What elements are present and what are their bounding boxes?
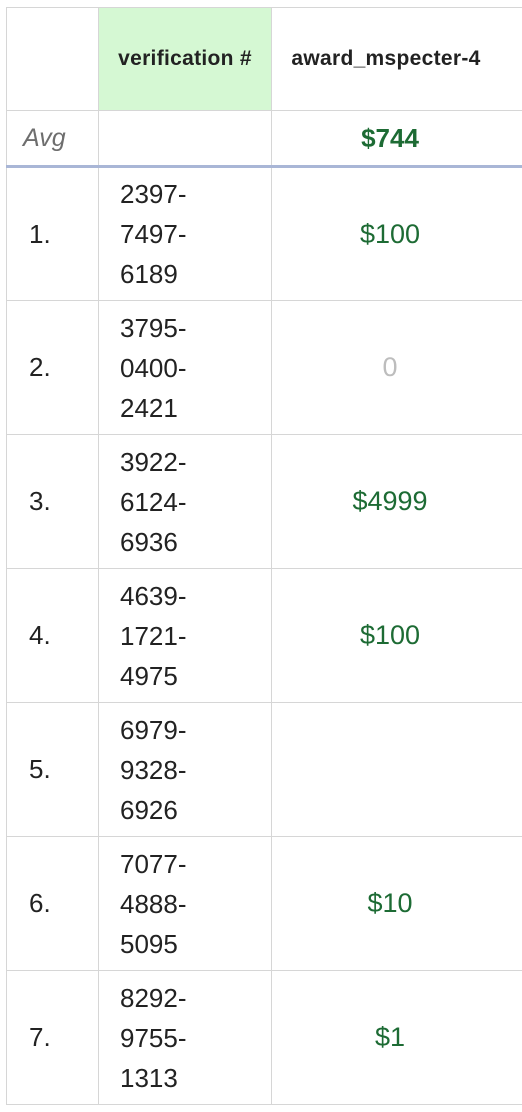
table-row[interactable]: 7. 8292- 9755- 1313 $1: [6, 970, 522, 1105]
data-grid: verification # award_mspecter-4 Avg $744…: [6, 7, 522, 1105]
verification-cell[interactable]: 4639- 1721- 4975: [98, 568, 272, 703]
average-row: Avg $744: [6, 110, 522, 168]
award-cell[interactable]: $1: [271, 970, 522, 1105]
row-index: 4.: [6, 568, 99, 703]
verification-cell[interactable]: 3922- 6124- 6936: [98, 434, 272, 569]
table-row[interactable]: 5. 6979- 9328- 6926: [6, 702, 522, 837]
row-index: 1.: [6, 166, 99, 301]
award-cell[interactable]: $100: [271, 568, 522, 703]
table-row[interactable]: 3. 3922- 6124- 6936 $4999: [6, 434, 522, 569]
avg-verification-cell[interactable]: [98, 110, 272, 168]
row-index: 3.: [6, 434, 99, 569]
award-cell[interactable]: $100: [271, 166, 522, 301]
verification-column-header[interactable]: verification #: [98, 7, 272, 111]
row-index: 7.: [6, 970, 99, 1105]
verification-cell[interactable]: 6979- 9328- 6926: [98, 702, 272, 837]
row-index: 5.: [6, 702, 99, 837]
verification-cell[interactable]: 2397- 7497- 6189: [98, 166, 272, 301]
table-row[interactable]: 1. 2397- 7497- 6189 $100: [6, 166, 522, 301]
award-cell[interactable]: 0: [271, 300, 522, 435]
header-row: verification # award_mspecter-4: [6, 7, 522, 111]
row-index: 2.: [6, 300, 99, 435]
avg-award-value[interactable]: $744: [271, 110, 522, 168]
row-index: 6.: [6, 836, 99, 971]
verification-cell[interactable]: 7077- 4888- 5095: [98, 836, 272, 971]
index-column-header[interactable]: [6, 7, 99, 111]
table-row[interactable]: 4. 4639- 1721- 4975 $100: [6, 568, 522, 703]
avg-label: Avg: [6, 110, 99, 168]
verification-cell[interactable]: 3795- 0400- 2421: [98, 300, 272, 435]
table-row[interactable]: 2. 3795- 0400- 2421 0: [6, 300, 522, 435]
verification-cell[interactable]: 8292- 9755- 1313: [98, 970, 272, 1105]
award-cell[interactable]: $10: [271, 836, 522, 971]
table-row[interactable]: 6. 7077- 4888- 5095 $10: [6, 836, 522, 971]
award-column-header[interactable]: award_mspecter-4: [271, 7, 522, 111]
award-cell[interactable]: [271, 702, 522, 837]
award-cell[interactable]: $4999: [271, 434, 522, 569]
